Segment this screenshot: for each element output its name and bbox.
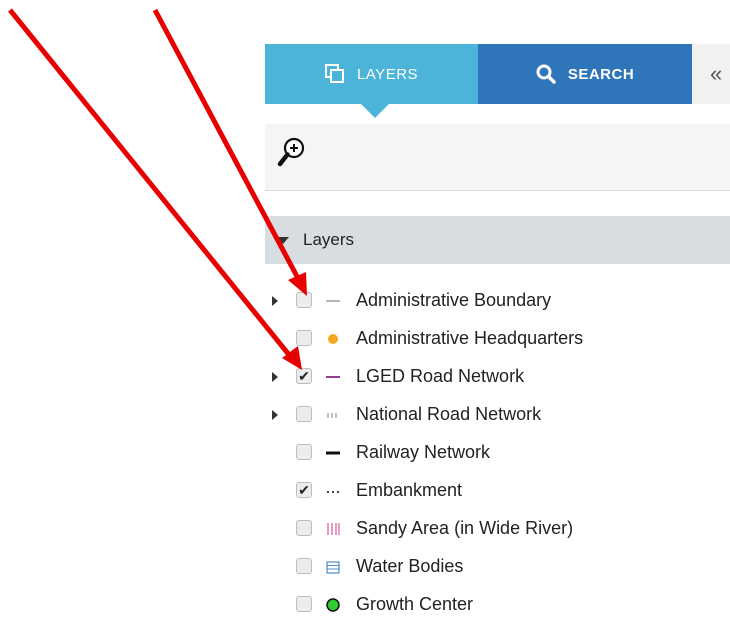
annotation-arrow-upper (152, 8, 307, 296)
annotation-arrow-lower (8, 8, 302, 370)
annotation-arrows (8, 8, 307, 370)
